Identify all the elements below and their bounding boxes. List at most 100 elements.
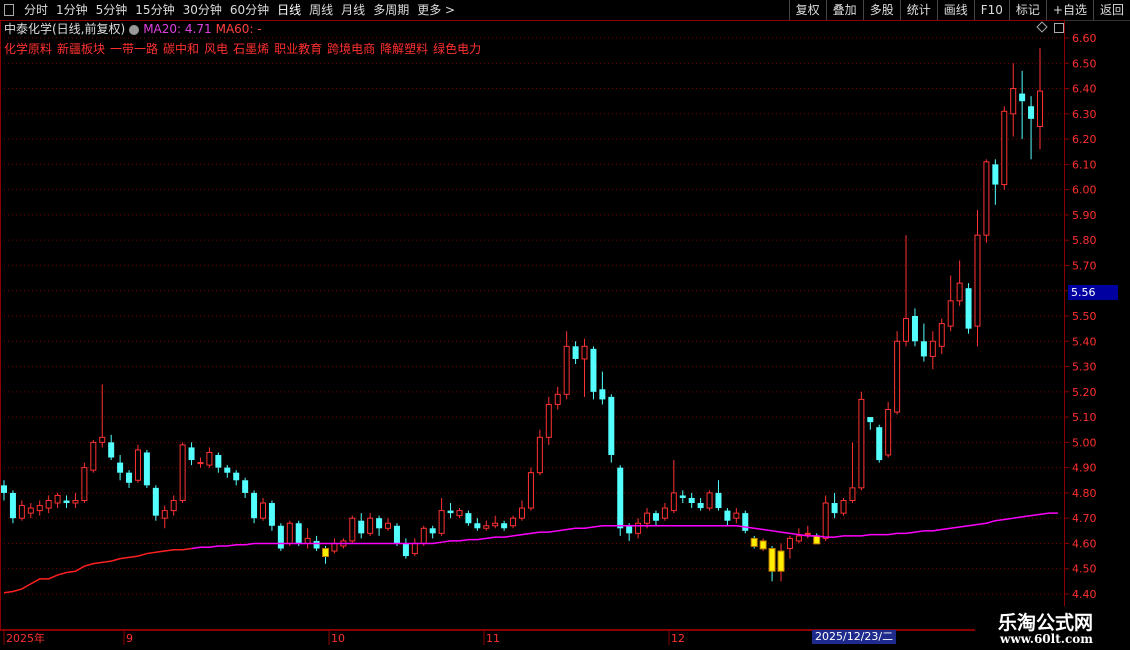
candle-body-down	[465, 513, 472, 524]
candle-body-down	[1028, 106, 1035, 119]
candle-body-up	[411, 542, 418, 555]
candle-body-up	[483, 525, 490, 529]
candle-body-up	[134, 449, 141, 481]
price-label: 6.10	[1072, 158, 1097, 171]
kline-chart[interactable]: 6.60 6.50 6.40 6.30 6.20 6.10 6.00 5.90 5.80 5.70…	[0, 0, 1130, 650]
price-label: 5.70	[1072, 259, 1097, 272]
candle-body-up	[304, 537, 311, 544]
candle-body-down	[992, 164, 999, 185]
candle-body-up	[519, 507, 525, 519]
candle-body-down	[679, 495, 686, 498]
price-label: 4.80	[1072, 487, 1097, 500]
candle-body-down	[376, 518, 383, 529]
candle-body-up	[179, 444, 186, 501]
candle-body-down	[831, 503, 838, 514]
candle-body-down	[295, 523, 302, 544]
price-label: 6.50	[1072, 57, 1097, 70]
price-label: 5.00	[1072, 436, 1097, 449]
candle-body-up	[99, 436, 106, 443]
price-label: 4.50	[1072, 563, 1097, 576]
candle-body-up	[563, 345, 570, 395]
price-label: 5.10	[1072, 411, 1097, 424]
candle-body-down	[402, 543, 409, 557]
candle-body-limit	[777, 550, 785, 572]
candle-body-up	[170, 499, 177, 512]
price-label: 5.30	[1072, 361, 1097, 374]
candle-body-up	[349, 517, 356, 542]
candle-body-limit	[759, 540, 767, 550]
candle-body-down	[143, 452, 150, 486]
price-label: 5.40	[1072, 335, 1097, 348]
candle-body-up	[938, 323, 945, 347]
candle-body-down	[215, 455, 222, 468]
candle-body-up	[983, 161, 990, 236]
candle-body-limit	[813, 535, 821, 545]
date-label: 2025年	[6, 631, 45, 645]
candle-body-down	[233, 472, 240, 481]
candle-body-down	[447, 510, 454, 514]
candle-body-down	[590, 348, 597, 392]
candle-body-down	[742, 513, 749, 531]
candle-body-up	[733, 512, 740, 519]
candle-body-down	[965, 288, 972, 329]
candle-body-up	[36, 505, 43, 512]
candle-body-down	[188, 447, 195, 461]
candle-body-limit	[322, 548, 330, 558]
candle-body-up	[420, 527, 427, 544]
candle-body-down	[117, 462, 124, 473]
candle-body-down	[277, 525, 284, 549]
candle-body-down	[920, 341, 927, 357]
candle-body-up	[206, 451, 213, 466]
candle-body-down	[1019, 93, 1026, 102]
candle-body-up	[885, 409, 892, 456]
candle-body-up	[795, 535, 802, 542]
candle-body-down	[599, 389, 606, 400]
date-label: 12	[671, 632, 685, 645]
candle-body-down	[429, 528, 436, 534]
side-info-strip	[1119, 20, 1130, 630]
candle-body-up	[90, 441, 97, 471]
candle-body-up	[286, 522, 293, 544]
candle-body-down	[697, 503, 704, 509]
candle-body-up	[72, 499, 79, 504]
candle-body-down	[393, 525, 400, 544]
candle-body-up	[510, 517, 517, 527]
price-label: 6.30	[1072, 108, 1097, 121]
candle-body-up	[786, 537, 793, 550]
candle-body-up	[1037, 90, 1043, 127]
candle-body-up	[54, 494, 61, 504]
candle-body-up	[536, 436, 543, 474]
candle-body-down	[242, 480, 249, 493]
candle-body-up	[581, 345, 588, 360]
candle-body-up	[903, 318, 910, 342]
candle-body-up	[894, 340, 901, 413]
candle-body-up	[956, 282, 963, 302]
price-label: 6.40	[1072, 83, 1097, 96]
candle-body-down	[652, 513, 659, 521]
candle-body-up	[849, 487, 856, 501]
current-price-tag: 5.56	[1068, 285, 1118, 300]
candle-body-up	[545, 403, 552, 438]
candle-body-down	[911, 316, 918, 342]
candle-body-up	[18, 505, 25, 519]
candle-body-up	[161, 510, 168, 519]
candle-body-down	[724, 510, 731, 521]
candle-body-up	[527, 472, 534, 509]
candle-body-down	[358, 520, 365, 534]
candle-body-up	[331, 542, 338, 552]
price-label: 4.70	[1072, 512, 1097, 525]
candle-body-up	[456, 510, 463, 517]
candle-body-up	[438, 510, 445, 534]
candle-body-up	[804, 532, 811, 535]
candle-body-down	[688, 497, 695, 504]
candle-body-limit	[750, 537, 758, 547]
price-label: 4.90	[1072, 462, 1097, 475]
candle-body-up	[1001, 110, 1008, 186]
candle-body-down	[268, 503, 275, 526]
candle-body-up	[670, 492, 677, 512]
candle-body-up	[492, 522, 499, 527]
candle-body-down	[313, 540, 320, 549]
candle-body-up	[858, 398, 865, 489]
candle-body-down	[867, 417, 874, 423]
candle-body-up	[260, 502, 266, 519]
